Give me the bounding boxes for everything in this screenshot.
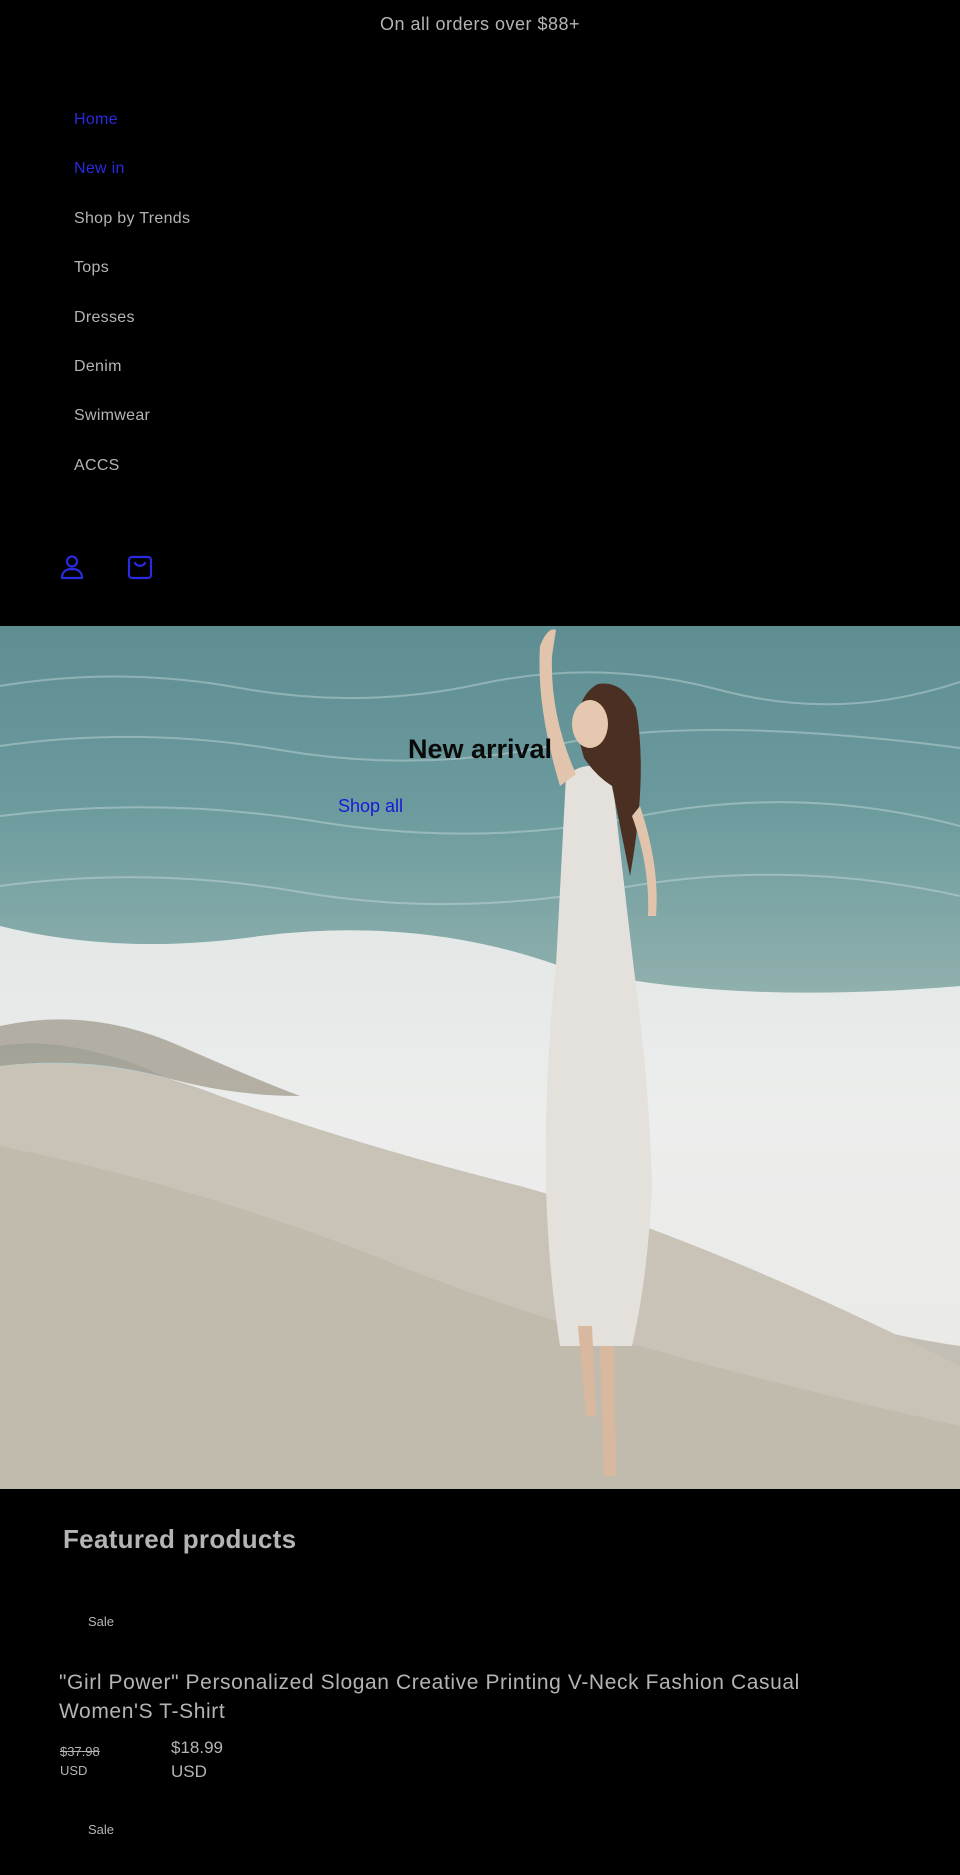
header-icons bbox=[58, 553, 154, 581]
nav-item-shop-by-trends[interactable]: Shop by Trends bbox=[74, 197, 190, 246]
product-title-link[interactable]: "Girl Power" Personalized Slogan Creativ… bbox=[59, 1668, 899, 1726]
announcement-text: On all orders over $88+ bbox=[379, 13, 581, 34]
nav-item-tops[interactable]: Tops bbox=[74, 246, 190, 295]
regular-price-amount: $37.98 bbox=[60, 1744, 100, 1759]
nav-item-home[interactable]: Home bbox=[74, 98, 190, 147]
hero-title: New arrival bbox=[407, 734, 553, 764]
nav-item-accs[interactable]: ACCS bbox=[74, 444, 190, 493]
shop-all-link[interactable]: Shop all bbox=[338, 796, 403, 817]
nav-item-new-in[interactable]: New in bbox=[74, 147, 190, 196]
account-icon[interactable] bbox=[58, 553, 86, 581]
sale-badge: Sale bbox=[87, 1613, 115, 1629]
regular-price: $37.98 USD bbox=[60, 1742, 100, 1780]
sale-price: $18.99 USD bbox=[171, 1736, 223, 1784]
sale-price-amount: $18.99 bbox=[171, 1738, 223, 1757]
announcement-bar: On all orders over $88+ bbox=[0, 0, 960, 48]
featured-products-title: Featured products bbox=[63, 1524, 297, 1554]
nav-item-dresses[interactable]: Dresses bbox=[74, 296, 190, 345]
sale-price-currency: USD bbox=[171, 1762, 207, 1781]
regular-price-currency: USD bbox=[60, 1763, 88, 1778]
sale-badge: Sale bbox=[87, 1821, 115, 1837]
nav-item-denim[interactable]: Denim bbox=[74, 345, 190, 394]
hero-banner: New arrival Shop all bbox=[0, 626, 960, 1489]
nav-item-swimwear[interactable]: Swimwear bbox=[74, 394, 190, 443]
main-nav: Home New in Shop by Trends Tops Dresses … bbox=[74, 98, 190, 493]
cart-icon[interactable] bbox=[126, 553, 154, 581]
